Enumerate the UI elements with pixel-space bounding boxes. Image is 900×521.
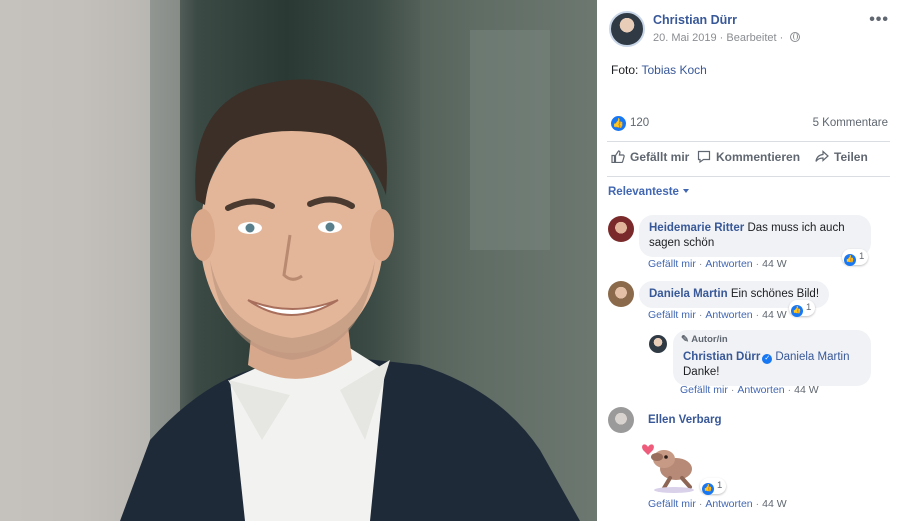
share-button[interactable]: Teilen xyxy=(815,150,868,164)
comment-icon xyxy=(697,150,711,163)
post-actions: Gefällt mir Kommentieren Teilen xyxy=(611,150,888,168)
reply-actions: Gefällt mir · Antworten · 44 W xyxy=(680,384,819,396)
commenter-name[interactable]: Heidemarie Ritter xyxy=(649,222,744,234)
share-icon xyxy=(815,150,829,162)
comment-button[interactable]: Kommentieren xyxy=(697,150,800,164)
divider xyxy=(607,141,890,142)
reply-author-avatar[interactable] xyxy=(649,335,667,353)
comment-reactions[interactable]: 👍 1 xyxy=(700,478,727,495)
author-name[interactable]: Christian Dürr xyxy=(653,13,737,27)
comment-text: Das muss ich auch xyxy=(747,222,845,234)
commenter-avatar[interactable] xyxy=(608,281,634,307)
comment-text: sagen schön xyxy=(649,237,715,249)
reaction-count: 1 xyxy=(717,480,723,491)
comment-like-link[interactable]: Gefällt mir xyxy=(648,498,696,510)
sort-label: Relevanteste xyxy=(608,186,679,198)
comment-text: Ein schönes Bild! xyxy=(730,288,820,300)
comment-reply-link[interactable]: Antworten xyxy=(705,258,752,270)
comment-reply-link[interactable]: Antworten xyxy=(705,498,752,510)
comment-count[interactable]: 5 Kommentare xyxy=(813,117,888,129)
post-meta: 20. Mai 2019 · Bearbeitet · xyxy=(653,32,801,44)
commenter-name[interactable]: Ellen Verbarg xyxy=(648,414,722,426)
edited-label[interactable]: Bearbeitet xyxy=(726,32,776,44)
author-tag-label: Autor/in xyxy=(691,334,728,345)
comment-like-link[interactable]: Gefällt mir xyxy=(680,384,728,396)
comment-age[interactable]: 44 W xyxy=(762,498,787,510)
comment-reply-link[interactable]: Antworten xyxy=(705,309,752,321)
more-options-icon[interactable]: ••• xyxy=(869,11,889,29)
post-stats: 👍 120 5 Kommentare xyxy=(611,116,888,132)
post-header: Christian Dürr 20. Mai 2019 · Bearbeitet… xyxy=(609,11,889,47)
meta-separator: · xyxy=(719,32,724,44)
like-button[interactable]: Gefällt mir xyxy=(611,150,689,164)
reaction-count: 1 xyxy=(859,251,865,262)
comment-bubble: Heidemarie Ritter Das muss ich auch sage… xyxy=(639,215,871,257)
photographer-link[interactable]: Tobias Koch xyxy=(641,63,706,77)
comment-bubble: Ellen Verbarg xyxy=(639,407,732,434)
like-reaction-icon: 👍 xyxy=(791,305,803,317)
meta-separator: · xyxy=(779,32,784,44)
dancing-dog-sticker xyxy=(642,444,694,493)
reaction-count: 1 xyxy=(806,302,812,313)
comment-button-label: Kommentieren xyxy=(716,150,801,164)
portrait-illustration xyxy=(0,0,597,521)
post-caption: Foto: Tobias Koch xyxy=(611,63,707,77)
post-photo[interactable] xyxy=(0,0,597,521)
commenter-name[interactable]: Daniela Martin xyxy=(649,288,728,300)
comment-age[interactable]: 44 W xyxy=(762,309,787,321)
post-panel: Christian Dürr 20. Mai 2019 · Bearbeitet… xyxy=(597,0,900,521)
comment-actions: Gefällt mir · Antworten · 44 W xyxy=(648,498,787,510)
like-reaction-icon[interactable]: 👍 xyxy=(611,116,626,131)
pencil-icon: ✎ xyxy=(681,334,689,345)
author-tag: ✎ Autor/in xyxy=(681,334,728,345)
comment-reactions[interactable]: 👍 1 xyxy=(789,300,816,317)
verified-badge-icon: ✓ xyxy=(762,354,773,364)
comment-like-link[interactable]: Gefällt mir xyxy=(648,309,696,321)
share-button-label: Teilen xyxy=(834,150,868,164)
comment-age[interactable]: 44 W xyxy=(762,258,787,270)
comment-age[interactable]: 44 W xyxy=(794,384,819,396)
comment-sort-dropdown[interactable]: Relevanteste xyxy=(608,186,689,198)
globe-icon xyxy=(790,32,801,42)
divider xyxy=(607,176,890,177)
post-date[interactable]: 20. Mai 2019 xyxy=(653,32,717,44)
mention-link[interactable]: Daniela Martin xyxy=(775,351,849,363)
commenter-avatar[interactable] xyxy=(608,407,634,433)
comment-actions: Gefällt mir · Antworten · 44 W xyxy=(648,258,787,270)
thumbs-up-icon xyxy=(611,150,625,163)
comment-reactions[interactable]: 👍 1 xyxy=(842,249,869,266)
like-reaction-icon: 👍 xyxy=(844,254,856,266)
comment-like-link[interactable]: Gefällt mir xyxy=(648,258,696,270)
reply-author-name[interactable]: Christian Dürr xyxy=(683,351,760,363)
comment-reply-link[interactable]: Antworten xyxy=(737,384,784,396)
caption-prefix: Foto: xyxy=(611,63,642,77)
author-avatar[interactable] xyxy=(609,11,645,47)
like-count[interactable]: 120 xyxy=(630,117,649,129)
commenter-avatar[interactable] xyxy=(608,216,634,242)
reply-text: Danke! xyxy=(683,366,720,378)
comment-actions: Gefällt mir · Antworten · 44 W xyxy=(648,309,787,321)
like-reaction-icon: 👍 xyxy=(702,483,714,495)
caret-down-icon xyxy=(682,189,689,193)
like-button-label: Gefällt mir xyxy=(630,150,690,164)
